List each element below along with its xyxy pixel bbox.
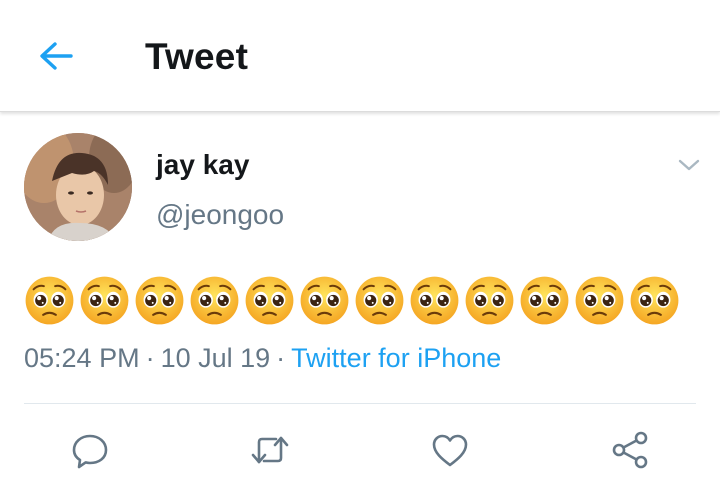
pleading-face-emoji (245, 276, 294, 324)
tweet-source-link[interactable]: Twitter for iPhone (291, 343, 501, 373)
arrow-left-icon (40, 42, 73, 70)
pleading-face-emoji (410, 276, 459, 324)
tweet-date: 10 Jul 19 (160, 343, 271, 373)
pleading-face-emoji (520, 276, 569, 324)
avatar[interactable] (24, 133, 132, 241)
avatar-photo (24, 133, 132, 241)
pleading-face-emoji (135, 276, 184, 324)
like-icon (432, 434, 468, 467)
reply-button[interactable] (68, 428, 112, 472)
pleading-face-emoji (465, 276, 514, 324)
reply-icon (72, 434, 108, 469)
share-icon (612, 431, 648, 469)
retweet-icon (251, 436, 289, 464)
chevron-down-icon (678, 159, 700, 171)
meta-separator: · (276, 343, 286, 373)
tweet-menu-button[interactable] (674, 150, 704, 180)
pleading-face-emoji (575, 276, 624, 324)
tweet-actions (0, 420, 720, 480)
retweet-button[interactable] (248, 428, 292, 472)
tweet-text: 🥺🥺🥺🥺🥺🥺🥺🥺🥺🥺🥺🥺 (24, 274, 680, 326)
author-handle[interactable]: @jeongoo (156, 199, 284, 231)
pleading-face-emoji (80, 276, 129, 324)
meta-separator: · (145, 343, 155, 373)
tweet-meta: 05:24 PM · 10 Jul 19 · Twitter for iPhone (24, 343, 501, 374)
divider (24, 403, 696, 404)
tweet-time: 05:24 PM (24, 343, 140, 373)
pleading-face-emoji (355, 276, 404, 324)
like-button[interactable] (428, 428, 472, 472)
pleading-face-emoji (630, 276, 679, 324)
pleading-face-emoji (190, 276, 239, 324)
share-button[interactable] (608, 428, 652, 472)
pleading-face-emoji (300, 276, 349, 324)
app-header: Tweet (0, 0, 720, 112)
back-button[interactable] (36, 36, 76, 76)
pleading-face-emoji (25, 276, 74, 324)
page-title: Tweet (145, 36, 249, 77)
author-display-name[interactable]: jay kay (156, 149, 249, 181)
